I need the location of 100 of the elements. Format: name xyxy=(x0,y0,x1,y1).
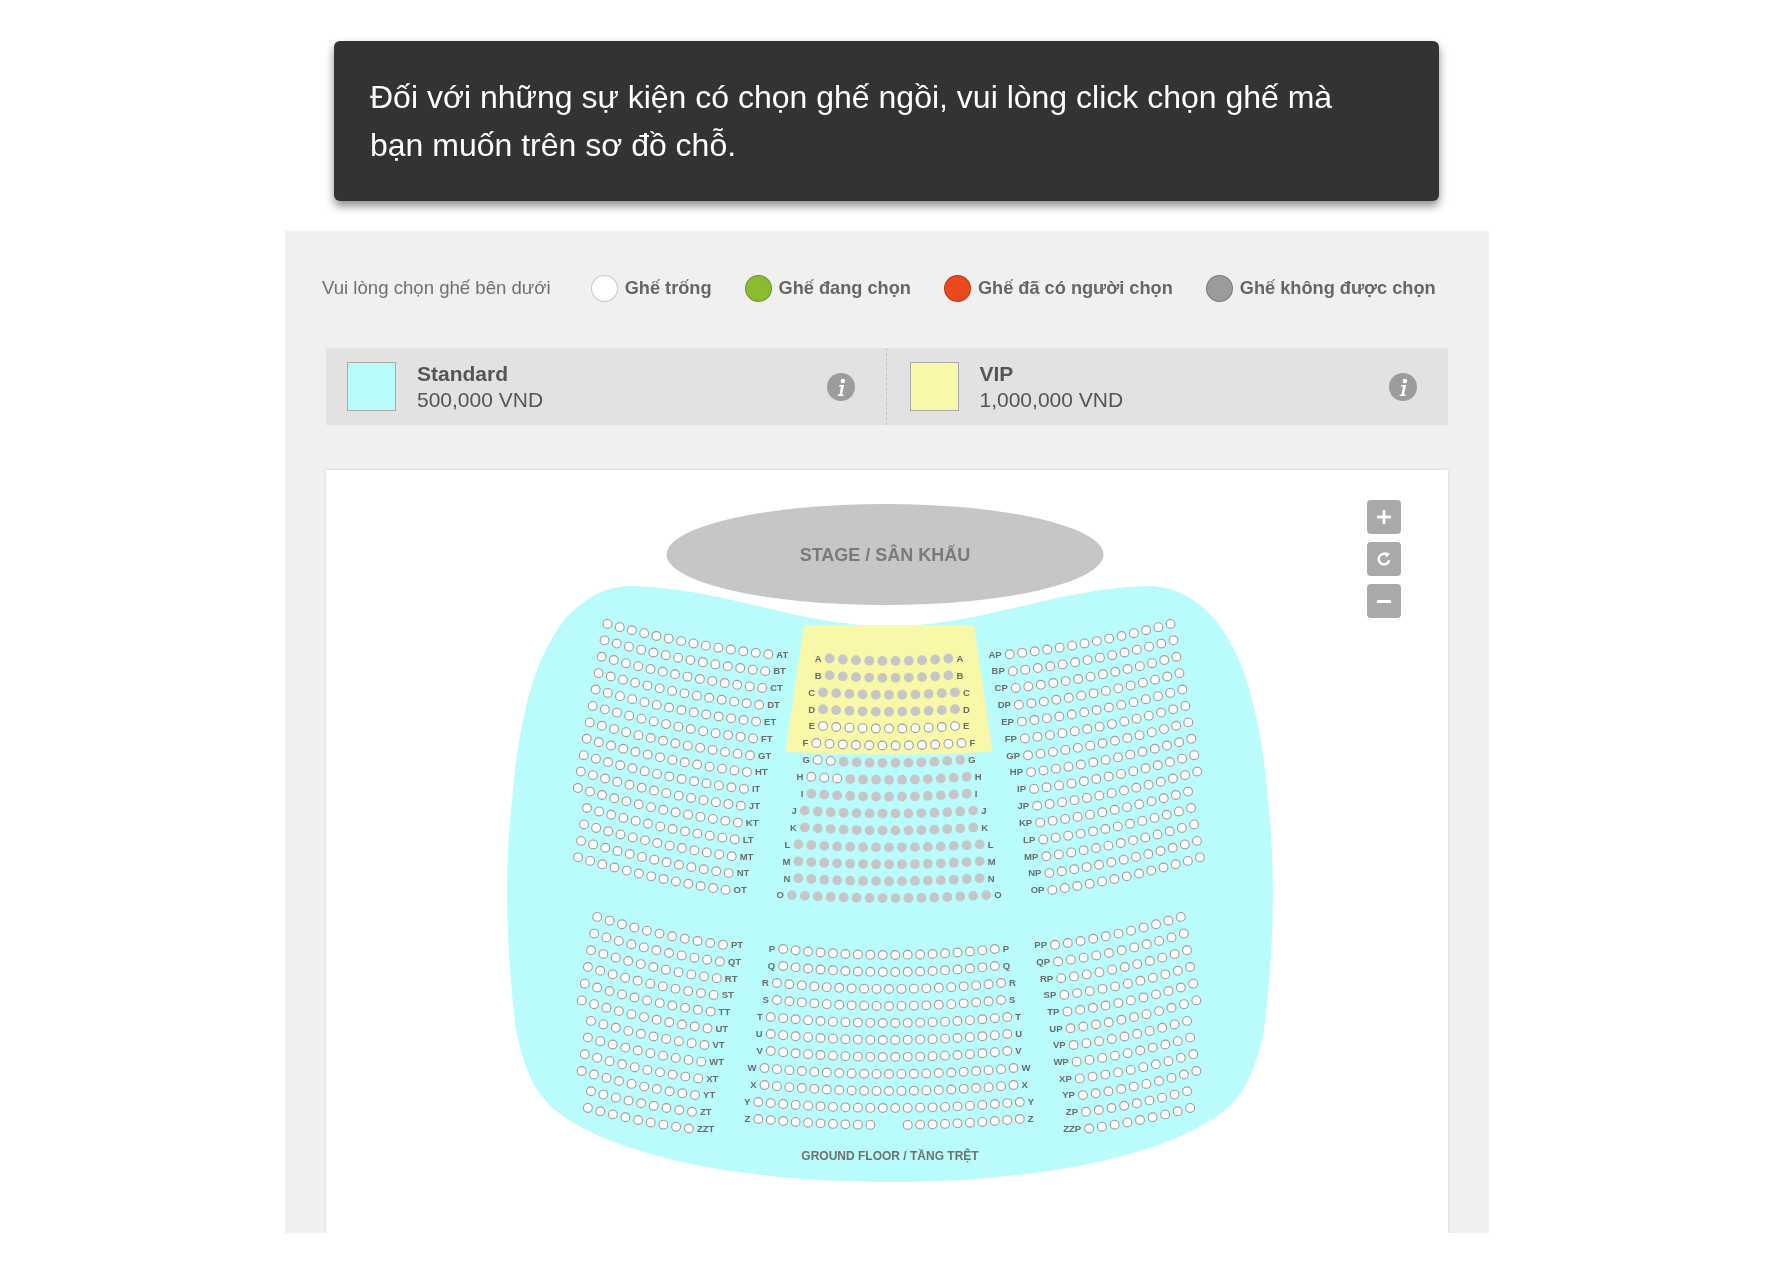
row-label: CT xyxy=(770,682,783,694)
row-label: QT xyxy=(727,955,742,967)
row-label: IP xyxy=(1017,783,1027,795)
row-label: W xyxy=(747,1062,757,1074)
category-price: 500,000 VND xyxy=(417,386,544,413)
row-label: TT xyxy=(718,1005,731,1017)
row-label: A xyxy=(814,652,822,664)
legend-label: Ghế đã có người chọn xyxy=(977,277,1173,299)
row-label: FP xyxy=(1004,732,1017,744)
row-label: RT xyxy=(724,972,738,984)
row-label: WP xyxy=(1053,1056,1069,1068)
row-label: EP xyxy=(1001,715,1014,727)
row-label: G xyxy=(802,754,810,766)
row-label: YP xyxy=(1062,1089,1075,1101)
row-label: FT xyxy=(761,732,773,744)
row-label: CP xyxy=(994,682,1008,694)
row-label: HT xyxy=(754,766,768,778)
row-label: B xyxy=(814,669,822,681)
zoom-in-button[interactable] xyxy=(1367,500,1401,534)
row-label: Y xyxy=(1027,1096,1035,1108)
minus-icon xyxy=(1377,599,1391,603)
row-label: R xyxy=(1009,977,1016,989)
row-label: ZZT xyxy=(696,1122,715,1134)
row-label: S xyxy=(1009,994,1016,1006)
row-label: XT xyxy=(706,1072,719,1084)
row-label: K xyxy=(981,821,989,833)
row-label: DP xyxy=(997,699,1011,711)
row-label: D xyxy=(808,703,815,715)
row-label: F xyxy=(969,737,976,749)
row-label: OP xyxy=(1030,884,1045,896)
row-label: QP xyxy=(1036,955,1051,967)
row-label: W xyxy=(1021,1062,1031,1074)
row-label: I xyxy=(974,788,978,800)
row-label: TP xyxy=(1047,1005,1060,1017)
row-label: MT xyxy=(739,850,754,862)
category-price: 1,000,000 VND xyxy=(979,386,1124,413)
row-label: LP xyxy=(1023,833,1036,845)
row-label: KP xyxy=(1019,816,1033,828)
row-label: UP xyxy=(1049,1022,1063,1034)
row-label: B xyxy=(956,669,964,681)
category-name: Standard xyxy=(417,360,508,387)
row-label: PT xyxy=(731,939,744,951)
row-label: NT xyxy=(736,867,750,879)
row-label: Z xyxy=(744,1113,751,1125)
row-label: M xyxy=(782,855,791,867)
row-label: H xyxy=(796,771,804,783)
row-label: F xyxy=(802,737,809,749)
row-label: P xyxy=(768,943,776,955)
row-label: A xyxy=(956,652,964,664)
row-label: ET xyxy=(764,715,777,727)
row-label: SP xyxy=(1043,989,1057,1001)
refresh-icon xyxy=(1377,552,1391,566)
row-label: J xyxy=(981,804,987,816)
row-label: RP xyxy=(1040,972,1054,984)
plus-icon xyxy=(1377,510,1391,524)
info-icon[interactable] xyxy=(1389,372,1417,401)
row-label: T xyxy=(1015,1011,1022,1023)
row-label: H xyxy=(974,771,982,783)
row-label: PP xyxy=(1034,939,1047,951)
zoom-out-button[interactable] xyxy=(1367,584,1401,618)
notice-text: Đối với những sự kiện có chọn ghế ngồi, vui lòng click chọn ghế mà bạn muốn trên sơ đồ chỗ. xyxy=(370,78,1334,165)
row-label: I xyxy=(800,788,804,800)
row-label: C xyxy=(963,686,970,698)
row-label: Q xyxy=(767,960,776,972)
row-label: U xyxy=(1015,1028,1023,1040)
row-label: BT xyxy=(773,665,786,677)
row-label: BP xyxy=(991,665,1005,677)
row-label: L xyxy=(784,838,791,850)
row-label: GP xyxy=(1006,749,1020,761)
row-label: Z xyxy=(1027,1113,1034,1125)
row-label: HP xyxy=(1009,766,1024,778)
row-label: M xyxy=(987,855,996,867)
row-label: ZP xyxy=(1065,1106,1078,1118)
row-label: OT xyxy=(733,884,747,896)
row-label: T xyxy=(756,1011,763,1023)
row-label: E xyxy=(963,720,970,732)
row-label: UT xyxy=(715,1022,729,1034)
legend-label: Ghế không được chọn xyxy=(1239,277,1436,299)
row-label: C xyxy=(808,686,815,698)
row-label: V xyxy=(1015,1045,1022,1057)
row-label: S xyxy=(762,994,769,1006)
row-label: IT xyxy=(751,783,761,795)
row-label: D xyxy=(963,703,970,715)
row-label: P xyxy=(1002,943,1010,955)
row-label: ZT xyxy=(700,1106,712,1118)
row-label: DT xyxy=(767,699,780,711)
stage-label: STAGE / SÂN KHẤU xyxy=(799,545,971,565)
row-label: AP xyxy=(988,648,1002,660)
reset-view-button[interactable] xyxy=(1367,542,1401,576)
row-label: ZZP xyxy=(1063,1122,1082,1134)
row-label: Y xyxy=(743,1096,751,1108)
row-label: K xyxy=(789,821,797,833)
info-icon[interactable] xyxy=(826,372,855,401)
row-label: N xyxy=(987,872,995,884)
row-label: U xyxy=(755,1028,763,1040)
row-label: VP xyxy=(1052,1039,1066,1051)
row-label: X xyxy=(1021,1079,1028,1091)
row-label: X xyxy=(750,1079,757,1091)
legend-label: Ghế đang chọn xyxy=(778,277,911,299)
row-label: R xyxy=(762,977,769,989)
